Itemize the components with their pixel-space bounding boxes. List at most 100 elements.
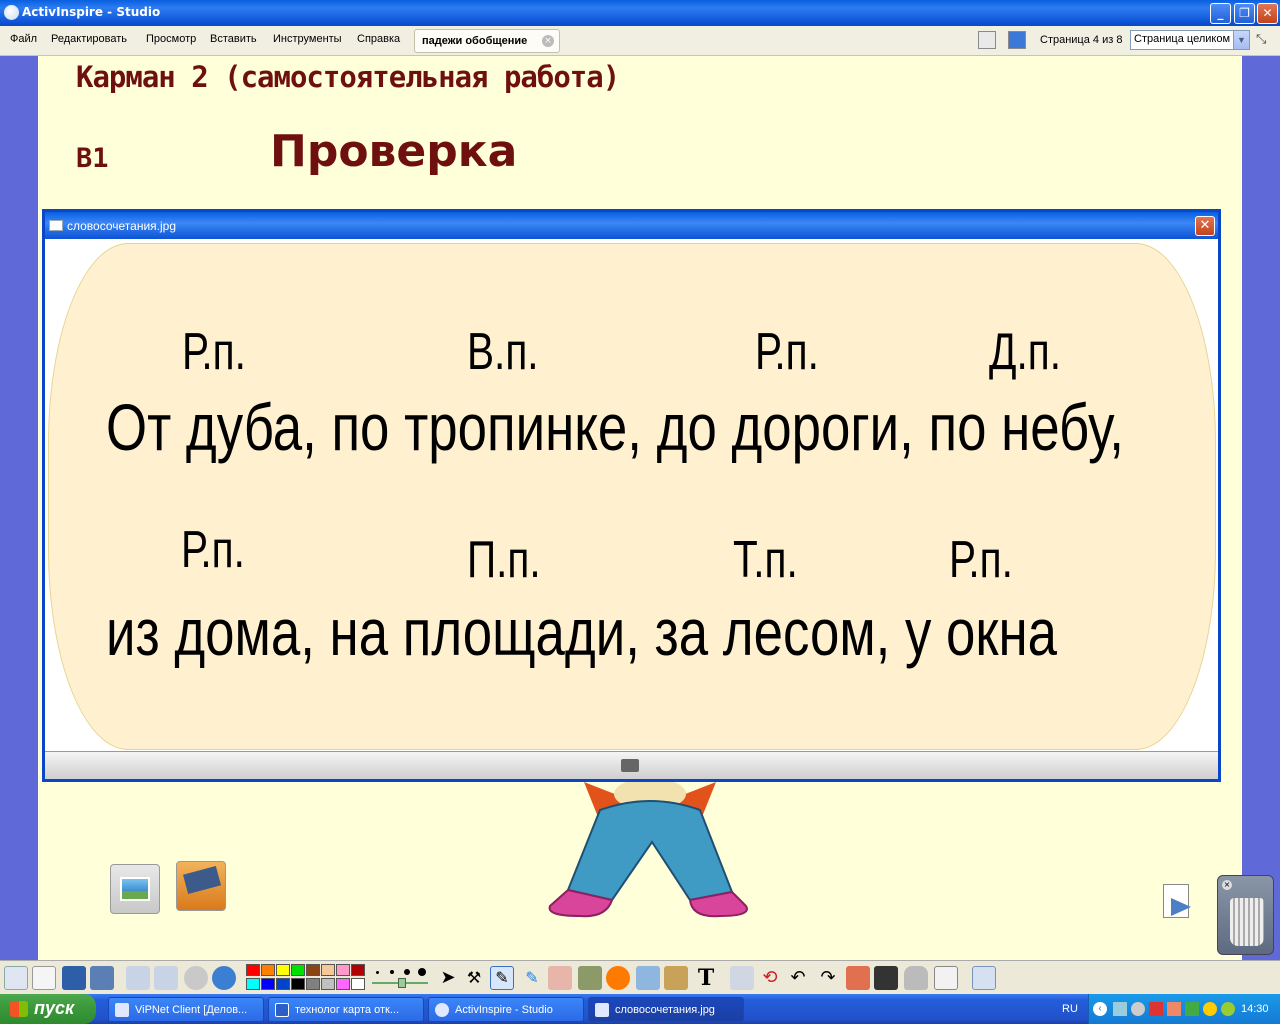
windows-logo-icon	[10, 1001, 28, 1017]
task-label: технолог карта отк...	[295, 1004, 400, 1016]
color-swatch[interactable]	[276, 978, 290, 990]
notes-icon[interactable]	[934, 966, 958, 990]
page-browser-icon[interactable]	[978, 31, 996, 49]
color-swatch[interactable]	[291, 978, 305, 990]
task-image-window[interactable]: словосочетания.jpg	[588, 997, 744, 1022]
customize-toolbox-icon[interactable]	[972, 966, 996, 990]
image-file-icon	[49, 220, 63, 231]
minimize-button[interactable]: _	[1210, 3, 1231, 24]
pen-width-slider[interactable]	[372, 967, 430, 989]
image-object-icon[interactable]	[110, 864, 160, 914]
next-page-tool-icon[interactable]	[154, 966, 178, 990]
image-window-title: словосочетания.jpg	[67, 219, 177, 233]
security-icon[interactable]	[1203, 1002, 1217, 1016]
color-swatch[interactable]	[261, 964, 275, 976]
reset-icon[interactable]: ⟲	[758, 966, 782, 990]
resource-library-icon[interactable]	[664, 966, 688, 990]
redo-icon[interactable]: ↷	[816, 966, 840, 990]
shape-icon[interactable]	[606, 966, 630, 990]
check-title: Проверка	[270, 126, 518, 177]
search-icon[interactable]	[1131, 1002, 1145, 1016]
tray-app-icon[interactable]	[1167, 1002, 1181, 1016]
design-mode-icon[interactable]	[90, 966, 114, 990]
chevron-down-icon[interactable]: ▼	[1233, 31, 1249, 49]
color-swatch[interactable]	[306, 978, 320, 990]
menu-help[interactable]: Справка	[357, 33, 400, 45]
color-swatch[interactable]	[291, 964, 305, 976]
eraser-icon[interactable]	[548, 966, 572, 990]
text-tool-icon[interactable]: T	[694, 966, 718, 990]
color-swatch[interactable]	[351, 978, 365, 990]
color-swatch[interactable]	[246, 964, 260, 976]
collapse-arrows-icon[interactable]: ⤡	[1256, 32, 1266, 47]
browsers-icon[interactable]	[32, 966, 56, 990]
pen-icon[interactable]: ✎	[490, 966, 514, 990]
color-swatch[interactable]	[246, 978, 260, 990]
restore-button[interactable]: ❐	[1234, 3, 1255, 24]
toolbox-object-icon[interactable]	[176, 861, 226, 911]
color-swatch[interactable]	[321, 978, 335, 990]
taskbar: пуск ViPNet Client [Делов... технолог ка…	[0, 994, 1280, 1024]
image-window-close-button[interactable]: ✕	[1195, 216, 1215, 236]
color-swatch[interactable]	[351, 964, 365, 976]
camera-icon[interactable]	[621, 759, 639, 772]
clear-icon[interactable]	[730, 966, 754, 990]
clock: 14:30	[1241, 1003, 1269, 1015]
profile-icon[interactable]	[62, 966, 86, 990]
color-swatch[interactable]	[321, 964, 335, 976]
update-icon[interactable]	[1221, 1002, 1235, 1016]
image-window-titlebar[interactable]: словосочетания.jpg ✕	[45, 212, 1218, 239]
menu-edit[interactable]: Редактировать	[51, 33, 127, 45]
connector-icon[interactable]	[636, 966, 660, 990]
tray-expand-icon[interactable]: ‹	[1093, 1002, 1107, 1016]
task-label: ActivInspire - Studio	[455, 1004, 553, 1016]
phrase-line-1: От дуба, по тропинке, до дороги, по небу…	[106, 390, 1124, 464]
menu-tools[interactable]: Инструменты	[273, 33, 342, 45]
snowflake-icon[interactable]	[1008, 31, 1026, 49]
app-icon	[4, 5, 19, 20]
color-swatch[interactable]	[336, 978, 350, 990]
menu-insert[interactable]: Вставить	[210, 33, 257, 45]
start-button[interactable]: пуск	[0, 994, 96, 1024]
camera-snapshot-icon[interactable]	[874, 966, 898, 990]
previous-page-icon[interactable]	[126, 966, 150, 990]
close-button[interactable]: ✕	[1257, 3, 1278, 24]
task-activinspire[interactable]: ActivInspire - Studio	[428, 997, 584, 1022]
image-window-footer	[45, 751, 1218, 779]
main-menu-icon[interactable]	[4, 966, 28, 990]
main-toolbox: ➤ ⚒ ✎ ✎ T ⟲ ↶ ↷	[0, 960, 1280, 994]
tools-icon[interactable]: ⚒	[462, 966, 486, 990]
menu-view[interactable]: Просмотр	[146, 33, 196, 45]
lock-icon[interactable]	[904, 966, 928, 990]
highlighter-icon[interactable]: ✎	[520, 966, 544, 990]
web-browser-icon[interactable]	[212, 966, 236, 990]
word-icon	[275, 1003, 289, 1017]
zoom-value: Страница целиком	[1134, 33, 1231, 45]
duplicate-icon[interactable]	[846, 966, 870, 990]
network-icon[interactable]	[1113, 1002, 1127, 1016]
menu-file[interactable]: Файл	[10, 33, 37, 45]
zoom-select[interactable]: Страница целиком ▼	[1130, 30, 1250, 50]
image-window[interactable]: словосочетания.jpg ✕ Р.п. В.п. Р.п. Д.п.…	[42, 209, 1221, 782]
safely-remove-icon[interactable]	[1185, 1002, 1199, 1016]
undo-icon[interactable]: ↶	[786, 966, 810, 990]
language-indicator[interactable]: RU	[1062, 1003, 1078, 1015]
menu-bar: Файл Редактировать Просмотр Вставить Инс…	[0, 26, 1280, 56]
start-label: пуск	[34, 998, 75, 1018]
color-swatch[interactable]	[276, 964, 290, 976]
color-swatch[interactable]	[261, 978, 275, 990]
activinspire-icon	[435, 1003, 449, 1017]
close-tab-icon[interactable]: ×	[542, 35, 554, 47]
document-tab[interactable]: падежи обобщение ×	[414, 29, 560, 53]
phrase-line-2: из дома, на площади, за лесом, у окна	[106, 595, 1058, 669]
color-swatch[interactable]	[336, 964, 350, 976]
task-vipnet[interactable]: ViPNet Client [Делов...	[108, 997, 264, 1022]
task-word-document[interactable]: технолог карта отк...	[268, 997, 424, 1022]
play-icon[interactable]	[184, 966, 208, 990]
trash-bin-icon[interactable]: ×	[1217, 875, 1274, 955]
select-icon[interactable]: ➤	[436, 966, 460, 990]
fill-icon[interactable]	[578, 966, 602, 990]
color-swatch[interactable]	[306, 964, 320, 976]
next-page-icon[interactable]	[1161, 884, 1197, 922]
antivirus-icon[interactable]	[1149, 1002, 1163, 1016]
